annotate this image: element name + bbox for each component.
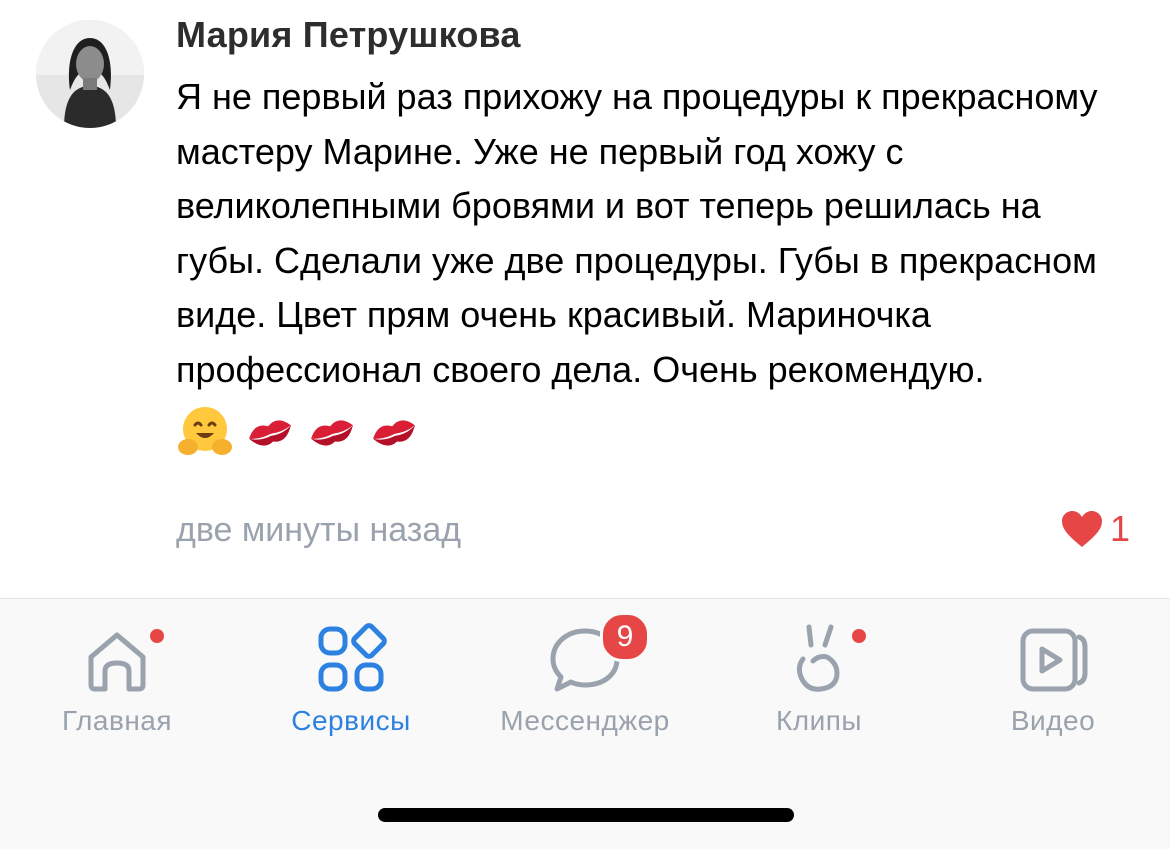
clips-notification-dot: [850, 627, 868, 645]
author-avatar[interactable]: [36, 20, 144, 128]
hugging-face-emoji: [178, 407, 232, 456]
home-indicator[interactable]: [378, 808, 794, 822]
author-name[interactable]: Мария Петрушкова: [176, 14, 521, 56]
like-button[interactable]: 1: [1060, 508, 1130, 550]
kiss-mark-emoji: [311, 420, 353, 447]
tab-video-label: Видео: [1010, 705, 1096, 736]
comment: Мария Петрушкова Я не первый раз прихожу…: [0, 0, 1170, 598]
avatar-image: [36, 20, 144, 128]
kiss-mark-emoji: [249, 420, 291, 447]
tab-services-label: Сервисы: [291, 705, 411, 736]
messenger-unread-badge: 9: [600, 612, 650, 662]
tab-messenger-label: Мессенджер: [500, 705, 670, 736]
like-count: 1: [1109, 508, 1130, 549]
clips-icon: [796, 624, 840, 692]
comment-timestamp: две минуты назад: [176, 511, 462, 549]
home-notification-dot: [148, 627, 166, 645]
tab-home-label: Главная: [61, 705, 173, 736]
comment-body: Я не первый раз прихожу на процедуры к п…: [176, 76, 1098, 390]
kiss-mark-emoji: [373, 420, 415, 447]
tab-clips-label: Клипы: [775, 705, 863, 736]
tab-services[interactable]: Сервисы: [234, 619, 468, 749]
services-icon: [318, 623, 387, 692]
comment-text: Я не первый раз прихожу на процедуры к п…: [176, 70, 1136, 461]
emoji-row: [176, 403, 420, 461]
video-icon: [1020, 628, 1088, 692]
tab-home[interactable]: Главная: [0, 619, 234, 749]
tab-messenger[interactable]: 9 Мессенджер: [468, 612, 702, 749]
home-icon: [88, 632, 146, 692]
tab-clips[interactable]: Клипы: [702, 619, 936, 749]
tab-video[interactable]: Видео: [936, 619, 1170, 749]
heart-icon: [1061, 511, 1102, 547]
